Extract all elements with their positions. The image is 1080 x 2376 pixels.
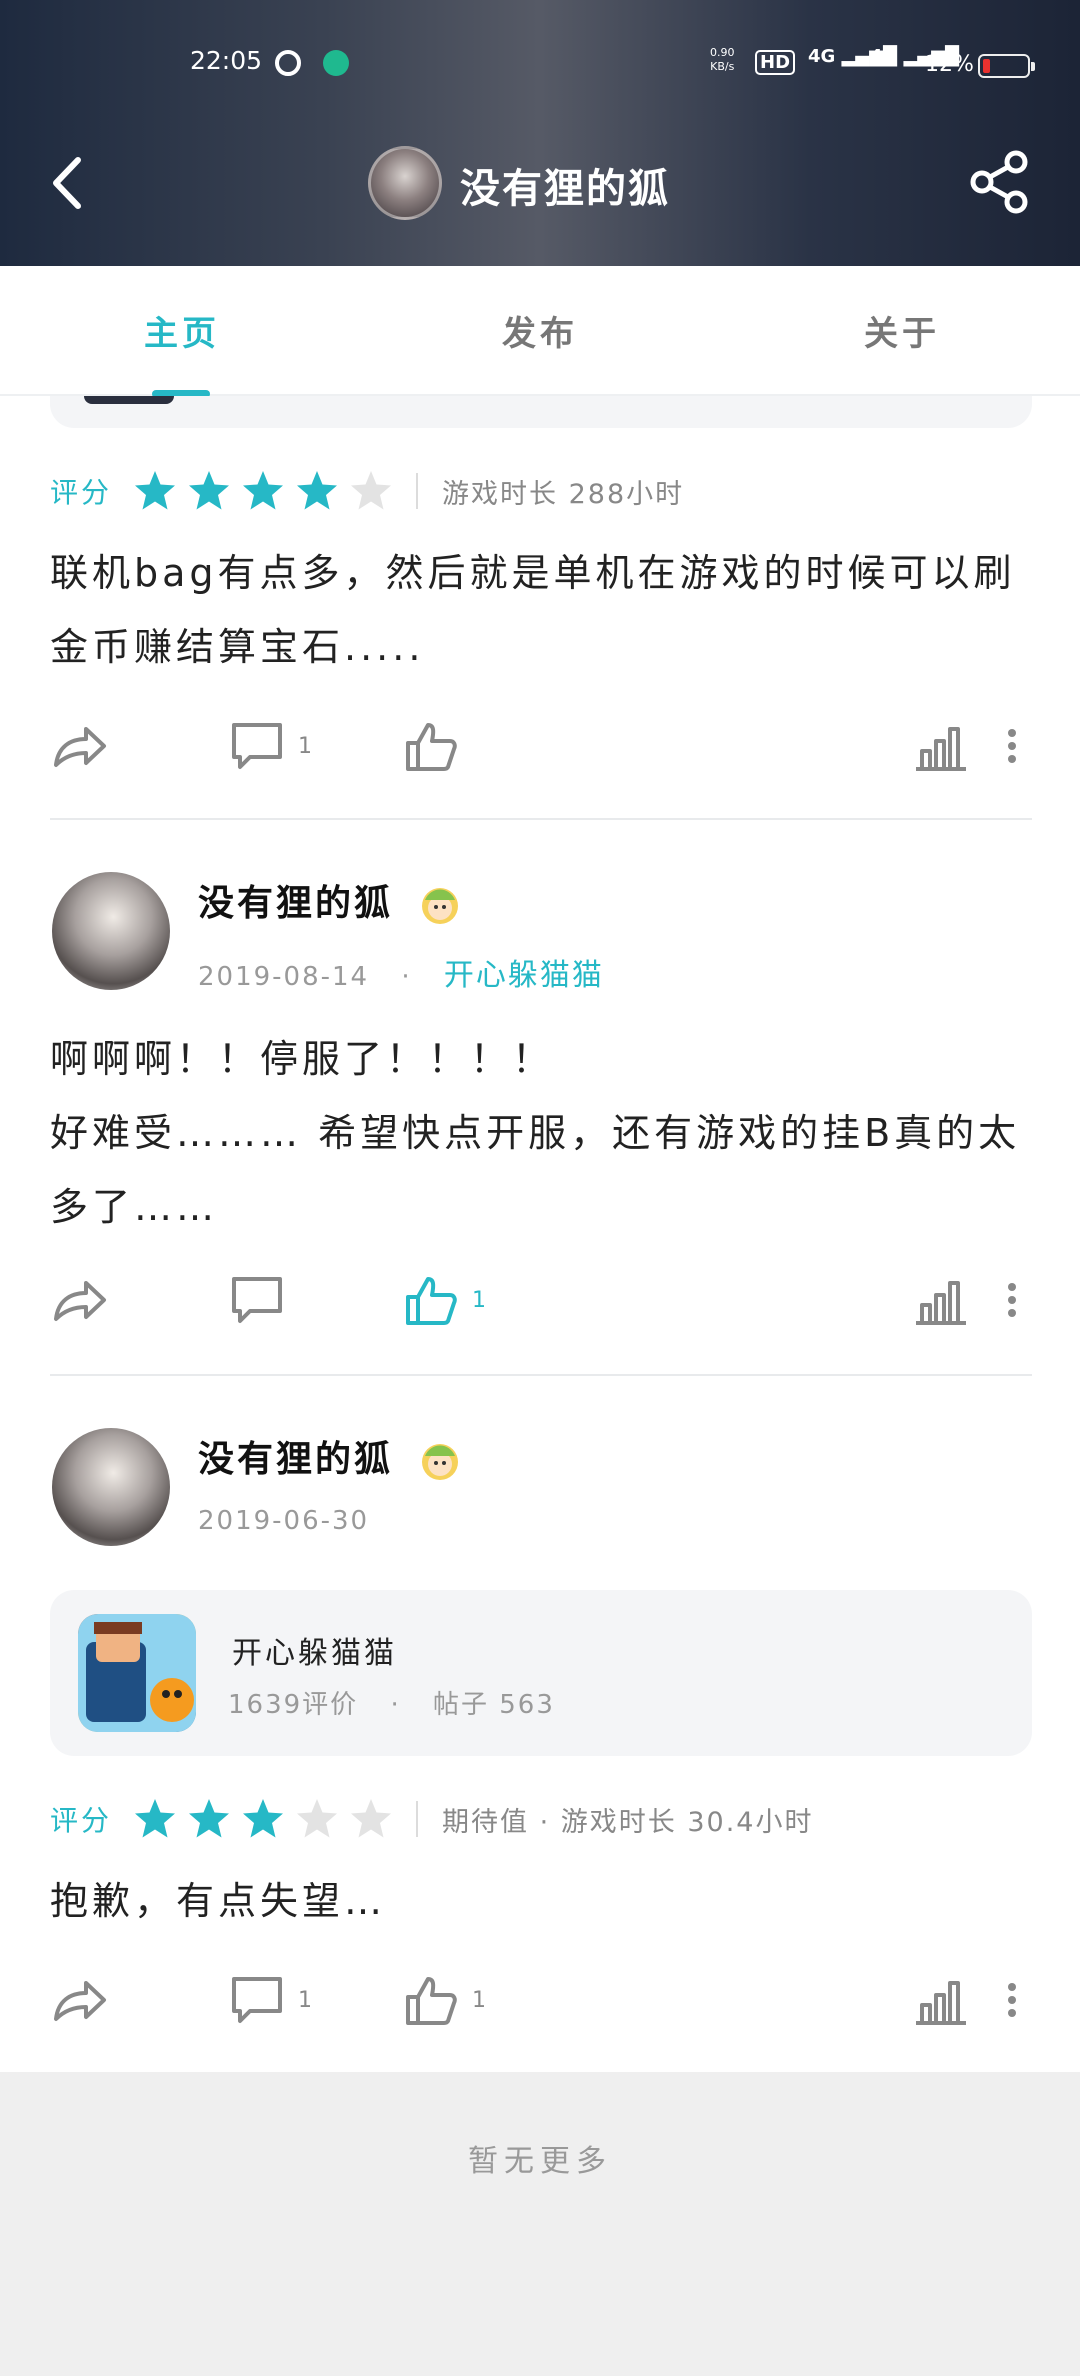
game-link[interactable]: 开心躲猫猫 xyxy=(444,958,604,993)
notification-icon xyxy=(275,50,301,76)
thumbs-up-icon xyxy=(406,1977,457,2025)
star-icon xyxy=(135,1799,176,1838)
star-icon xyxy=(351,471,392,510)
rating-label: 评分 xyxy=(50,1804,113,1837)
post-actions: 1 xyxy=(50,1270,1040,1330)
like-count: 1 xyxy=(472,1987,486,2013)
more-action[interactable] xyxy=(1002,1970,1022,2030)
comment-action[interactable]: 1 xyxy=(228,1970,312,2030)
rating-label: 评分 xyxy=(50,476,113,509)
star-icon xyxy=(351,1799,392,1838)
bar-chart-icon xyxy=(916,1981,966,2025)
back-icon[interactable] xyxy=(44,150,94,216)
more-action[interactable] xyxy=(1002,716,1022,776)
game-icon xyxy=(78,1614,196,1732)
game-card[interactable]: 开心躲猫猫 1639评价 · 帖子 563 xyxy=(50,1590,1032,1756)
game-card-partial[interactable] xyxy=(50,396,1032,428)
like-action[interactable]: 1 xyxy=(402,1970,486,2030)
share-action[interactable] xyxy=(50,716,108,776)
star-rating xyxy=(132,468,402,514)
star-icon xyxy=(189,1799,230,1838)
hd-icon: HD xyxy=(755,50,796,75)
star-rating xyxy=(132,1796,402,1842)
like-action[interactable] xyxy=(402,716,472,776)
comment-action[interactable]: 1 xyxy=(228,716,312,776)
page-title: 没有狸的狐 xyxy=(460,166,670,212)
game-title: 开心躲猫猫 xyxy=(232,1636,397,1671)
status-bar: 22:05 0.90 KB/s HD 4G ▂▄▆█ 4G ▂▄▆█ 12% xyxy=(0,46,1080,86)
user-badge-icon xyxy=(421,1444,458,1480)
star-icon xyxy=(243,471,284,510)
net-speed: 0.90 KB/s xyxy=(710,46,735,73)
comment-icon xyxy=(232,1277,282,1323)
post-date: 2019-08-14 xyxy=(198,962,370,992)
comment-count: 1 xyxy=(298,733,312,759)
star-icon xyxy=(135,471,176,510)
battery-icon xyxy=(978,54,1035,78)
game-art-icon xyxy=(78,1614,196,1732)
forward-icon xyxy=(54,1281,106,1321)
avatar[interactable] xyxy=(52,872,170,990)
stats-action[interactable] xyxy=(912,1970,970,2030)
more-vertical-icon xyxy=(1008,1283,1016,1317)
comment-count: 1 xyxy=(298,1987,312,2013)
play-time: 期待值 · 游戏时长 30.4小时 xyxy=(442,1806,814,1838)
bar-chart-icon xyxy=(916,1281,966,1325)
game-stats: 1639评价 · 帖子 563 xyxy=(228,1690,555,1720)
list-footer: 暂无更多 xyxy=(0,2072,1080,2376)
status-time: 22:05 xyxy=(190,46,263,75)
username[interactable]: 没有狸的狐 xyxy=(198,1430,463,1484)
stats-action[interactable] xyxy=(912,1270,970,1330)
app-notification-icon xyxy=(323,50,349,76)
thumbs-up-icon xyxy=(406,1277,457,1325)
stats-action[interactable] xyxy=(912,716,970,776)
comment-icon xyxy=(232,723,282,769)
rating-row: 评分 游戏时长 288小时 xyxy=(50,466,684,516)
tab-bar: 主页 发布 关于 xyxy=(0,266,1080,396)
play-time: 游戏时长 288小时 xyxy=(442,478,685,510)
post-text[interactable]: 啊啊啊！！停服了！！！！ 好难受……… 希望快点开服，还有游戏的挂B真的太多了…… xyxy=(50,1022,1040,1244)
rating-row: 评分 期待值 · 游戏时长 30.4小时 xyxy=(50,1794,813,1844)
tab-posts[interactable]: 发布 xyxy=(502,306,578,355)
more-vertical-icon xyxy=(1008,1983,1016,2017)
comment-icon xyxy=(232,1977,282,2023)
post-meta: 2019-08-14 · 开心躲猫猫 xyxy=(198,958,604,993)
avatar[interactable] xyxy=(52,1428,170,1546)
more-vertical-icon xyxy=(1008,729,1016,763)
username[interactable]: 没有狸的狐 xyxy=(198,874,463,928)
post-text[interactable]: 抱歉，有点失望… xyxy=(50,1864,1040,1938)
share-action[interactable] xyxy=(50,1270,108,1330)
post-text[interactable]: 联机bag有点多，然后就是单机在游戏的时候可以刷金币赚结算宝石..... xyxy=(50,536,1040,684)
end-of-list-text: 暂无更多 xyxy=(468,2144,612,2179)
user-badge-icon xyxy=(421,888,458,924)
bar-chart-icon xyxy=(916,727,966,771)
star-icon xyxy=(243,1799,284,1838)
star-icon xyxy=(189,471,230,510)
comment-action[interactable] xyxy=(228,1270,298,1330)
thumbs-up-icon xyxy=(406,723,457,771)
battery-percent: 12% xyxy=(925,52,974,77)
tab-about[interactable]: 关于 xyxy=(864,306,940,355)
share-action[interactable] xyxy=(50,1970,108,2030)
forward-icon xyxy=(54,727,106,767)
forward-icon xyxy=(54,1981,106,2021)
post-actions: 1 xyxy=(50,716,1040,776)
like-count: 1 xyxy=(472,1287,486,1313)
profile-header: 22:05 0.90 KB/s HD 4G ▂▄▆█ 4G ▂▄▆█ 12% 没… xyxy=(0,0,1080,266)
star-icon xyxy=(297,1799,338,1838)
post-meta: 2019-06-30 xyxy=(198,1506,369,1536)
like-action[interactable]: 1 xyxy=(402,1270,486,1330)
share-icon[interactable] xyxy=(966,148,1034,216)
header-avatar[interactable] xyxy=(368,146,442,220)
post-actions: 1 1 xyxy=(50,1970,1040,2030)
star-icon xyxy=(297,471,338,510)
post-date: 2019-06-30 xyxy=(198,1506,370,1536)
tab-home[interactable]: 主页 xyxy=(144,306,220,355)
more-action[interactable] xyxy=(1002,1270,1022,1330)
